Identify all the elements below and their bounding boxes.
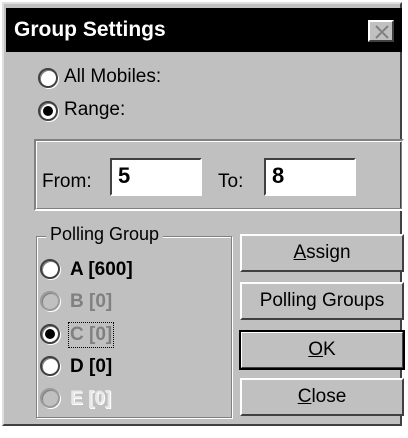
to-field[interactable]: 8 <box>264 158 356 196</box>
polling-d-label: D [0] <box>70 356 113 377</box>
polling-group-legend: Polling Group <box>46 224 164 245</box>
ok-button[interactable]: OK <box>239 330 405 370</box>
close-icon <box>375 25 389 39</box>
radio-dot <box>45 329 55 339</box>
dialog-title: Group Settings <box>14 18 166 41</box>
polling-b-label: B [0] <box>70 291 113 312</box>
close-button-label: Close <box>297 386 347 407</box>
radio-dot <box>43 106 53 116</box>
polling-a-radio[interactable] <box>40 259 60 279</box>
polling-groups-button-label: Polling Groups <box>259 290 385 311</box>
from-field[interactable]: 5 <box>110 158 202 196</box>
ok-button-label: OK <box>308 339 336 360</box>
range-radio[interactable] <box>38 101 58 121</box>
polling-group-box <box>36 236 232 418</box>
close-button[interactable]: Close <box>240 378 404 416</box>
polling-d-radio[interactable] <box>40 356 60 376</box>
polling-b-radio[interactable] <box>40 291 60 311</box>
polling-groups-button[interactable]: Polling Groups <box>240 282 404 320</box>
assign-button-label: Assign <box>293 242 351 263</box>
polling-c-label: C [0] <box>67 322 115 348</box>
all-mobiles-radio[interactable] <box>38 68 58 88</box>
polling-e-radio[interactable] <box>40 388 60 408</box>
polling-e-label: E [0] <box>70 388 112 409</box>
polling-c-radio[interactable] <box>40 324 60 344</box>
from-label: From: <box>42 171 92 192</box>
polling-a-label: A [600] <box>70 259 133 280</box>
close-window-button[interactable] <box>368 20 394 42</box>
assign-button[interactable]: Assign <box>240 234 404 272</box>
to-label: To: <box>218 171 244 192</box>
all-mobiles-label: All Mobiles: <box>64 66 162 87</box>
range-label: Range: <box>64 99 126 120</box>
